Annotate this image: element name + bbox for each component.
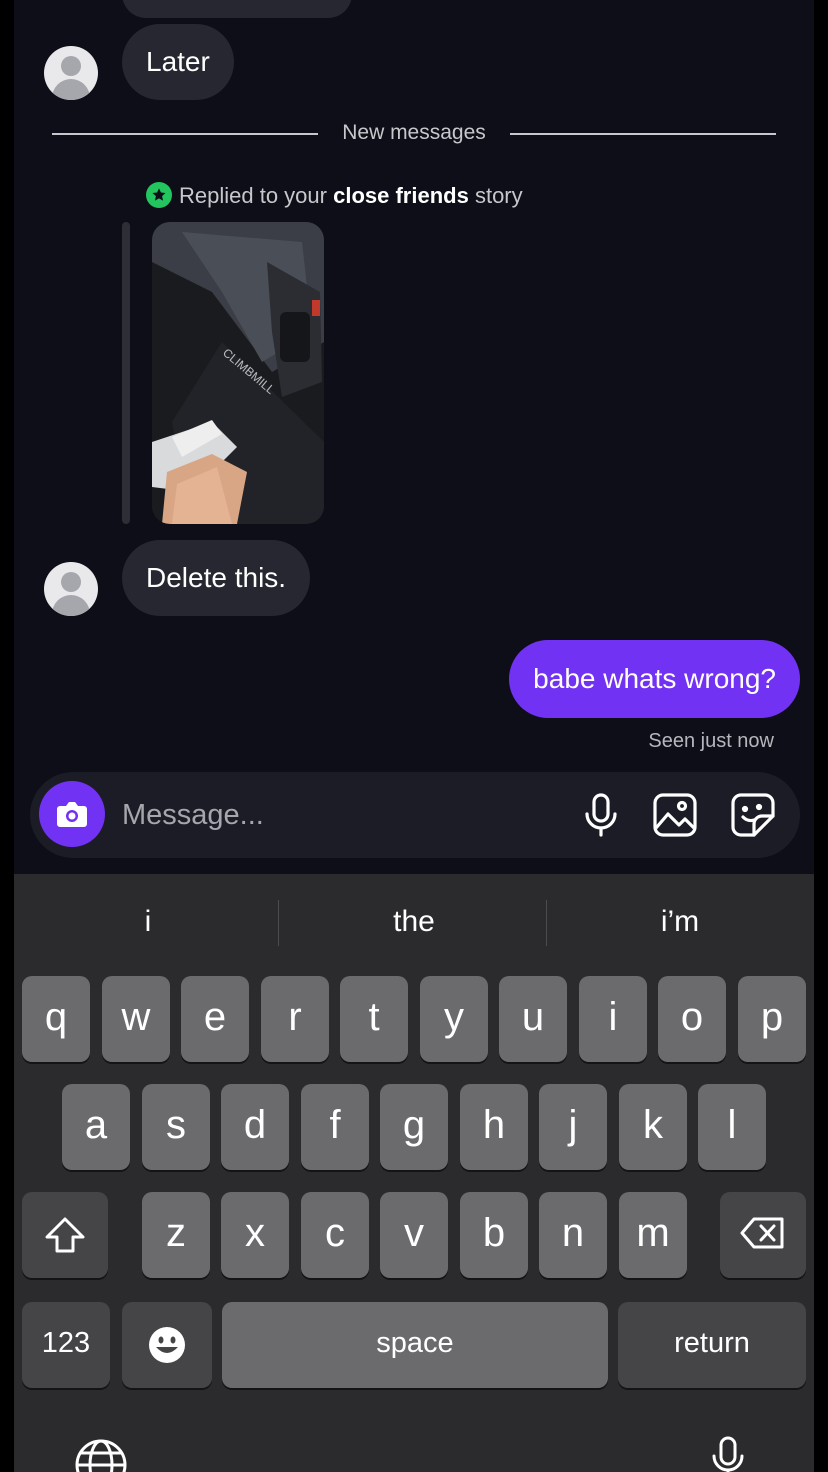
key-z[interactable]: z: [142, 1192, 210, 1278]
key-q[interactable]: q: [22, 976, 90, 1062]
space-key[interactable]: space: [222, 1302, 608, 1388]
key-y[interactable]: y: [420, 976, 488, 1062]
previous-message-bubble: [122, 0, 352, 18]
emoji-icon: [149, 1327, 185, 1363]
key-i[interactable]: i: [579, 976, 647, 1062]
story-reply-label: Replied to your close friends story: [146, 182, 523, 209]
story-thumbnail[interactable]: CLIMBMILL: [152, 222, 324, 524]
key-l[interactable]: l: [698, 1084, 766, 1170]
return-key[interactable]: return: [618, 1302, 806, 1388]
numbers-key[interactable]: 123: [22, 1302, 110, 1388]
key-k[interactable]: k: [619, 1084, 687, 1170]
key-o[interactable]: o: [658, 976, 726, 1062]
key-w[interactable]: w: [102, 976, 170, 1062]
incoming-message[interactable]: Delete this.: [122, 540, 311, 616]
suggestion-1[interactable]: i: [14, 874, 282, 970]
sticker-button[interactable]: [730, 792, 776, 838]
key-c[interactable]: c: [301, 1192, 369, 1278]
outgoing-message[interactable]: babe whats wrong?: [509, 640, 800, 718]
key-p[interactable]: p: [738, 976, 806, 1062]
message-input[interactable]: [122, 794, 542, 836]
gallery-icon: [653, 793, 697, 837]
dm-thread-screen: Later New messages Replied to your close…: [14, 0, 814, 1472]
sender-avatar[interactable]: [44, 46, 98, 100]
dictation-button[interactable]: [708, 1436, 748, 1472]
key-b[interactable]: b: [460, 1192, 528, 1278]
key-m[interactable]: m: [619, 1192, 687, 1278]
camera-button[interactable]: [39, 781, 105, 847]
sender-avatar[interactable]: [44, 562, 98, 616]
keyboard: i the i’m q w e r t y u i o p a s d f g …: [14, 874, 814, 1472]
key-x[interactable]: x: [221, 1192, 289, 1278]
key-e[interactable]: e: [181, 976, 249, 1062]
key-h[interactable]: h: [460, 1084, 528, 1170]
globe-button[interactable]: [74, 1438, 128, 1472]
key-a[interactable]: a: [62, 1084, 130, 1170]
key-n[interactable]: n: [539, 1192, 607, 1278]
key-d[interactable]: d: [221, 1084, 289, 1170]
key-f[interactable]: f: [301, 1084, 369, 1170]
key-t[interactable]: t: [340, 976, 408, 1062]
reply-quote-bar: [122, 222, 130, 524]
gallery-button[interactable]: [652, 792, 698, 838]
suggestion-3[interactable]: i’m: [546, 874, 814, 970]
emoji-key[interactable]: [122, 1302, 212, 1388]
key-u[interactable]: u: [499, 976, 567, 1062]
incoming-message[interactable]: Later: [122, 24, 234, 100]
seen-status: Seen just now: [648, 730, 774, 752]
key-v[interactable]: v: [380, 1192, 448, 1278]
key-g[interactable]: g: [380, 1084, 448, 1170]
shift-icon: [45, 1217, 85, 1253]
key-j[interactable]: j: [539, 1084, 607, 1170]
shift-key[interactable]: [22, 1192, 108, 1278]
message-composer: [30, 772, 800, 858]
camera-icon: [57, 802, 87, 827]
backspace-key[interactable]: [720, 1192, 806, 1278]
suggestion-2[interactable]: the: [280, 874, 548, 970]
microphone-button[interactable]: [578, 792, 624, 838]
microphone-icon: [585, 793, 617, 837]
backspace-icon: [740, 1217, 784, 1249]
globe-icon: [75, 1439, 127, 1472]
key-s[interactable]: s: [142, 1084, 210, 1170]
star-icon: [146, 182, 172, 208]
key-r[interactable]: r: [261, 976, 329, 1062]
dictation-icon: [712, 1436, 744, 1472]
sticker-icon: [731, 793, 775, 837]
new-messages-divider: New messages: [52, 121, 776, 151]
